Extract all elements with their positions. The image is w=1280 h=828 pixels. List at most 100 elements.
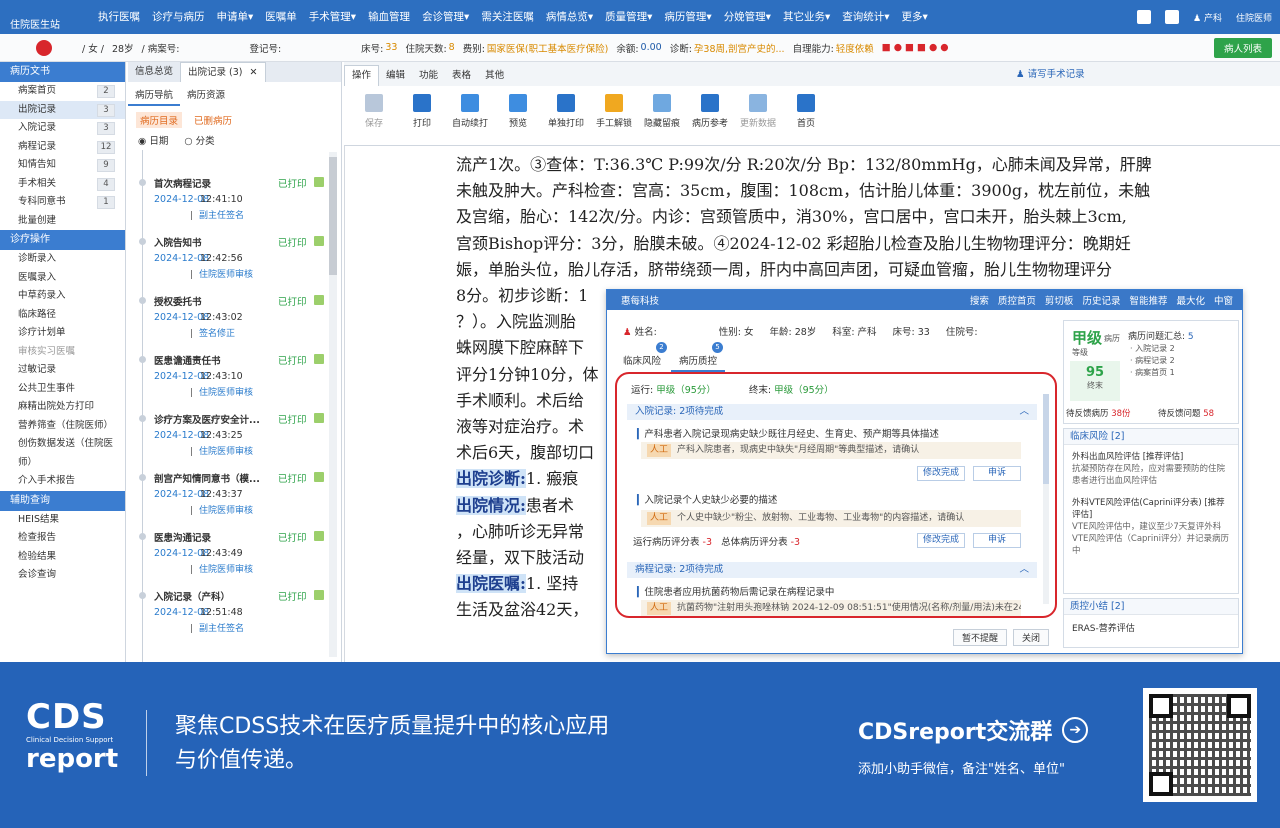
- no-remind-button[interactable]: 暂不提醒: [953, 629, 1008, 646]
- radio-category[interactable]: ○ 分类: [184, 133, 214, 147]
- toolbar-button[interactable]: 打印: [398, 86, 446, 145]
- user-role[interactable]: 住院医师: [1236, 11, 1272, 24]
- qc-action[interactable]: 搜索: [970, 293, 989, 307]
- qc-scrollbar[interactable]: [1043, 394, 1049, 604]
- mail-icon[interactable]: [1165, 10, 1180, 24]
- record-item[interactable]: 诊疗方案及医疗安全计... 已打印 2024-12-08 12:43:25 | 住院医师审…: [128, 404, 334, 463]
- sidebar-item[interactable]: HEIS结果: [0, 511, 125, 530]
- toolbar-button[interactable]: 单独打印: [542, 86, 590, 145]
- record-item[interactable]: 入院记录（产科） 已打印 2024-12-08 12:51:48 | 副主任签名: [128, 581, 334, 640]
- menu-item[interactable]: 输血管理: [362, 0, 416, 34]
- qc-action[interactable]: 剪切板: [1045, 293, 1074, 307]
- sidebar-item[interactable]: 专科同意书 1: [0, 193, 125, 212]
- tab-resource[interactable]: 病历资源: [180, 86, 232, 106]
- tab-discharge[interactable]: 出院记录 (3) ✕: [180, 62, 266, 82]
- grid-icon[interactable]: [1137, 10, 1152, 24]
- toolbar-button[interactable]: 首页: [782, 86, 830, 145]
- menu-item[interactable]: 其它业务▾: [777, 0, 836, 34]
- sidebar-item[interactable]: 诊断录入: [0, 250, 125, 269]
- sidebar-item[interactable]: 检验结果: [0, 548, 125, 567]
- sidebar-item[interactable]: 手术相关 4: [0, 175, 125, 194]
- record-item[interactable]: 入院告知书 已打印 2024-12-08 12:42:56 | 住院医师审核: [128, 227, 334, 286]
- toolbar-button[interactable]: 手工解锁: [590, 86, 638, 145]
- menu-item[interactable]: 医嘱单: [259, 0, 303, 34]
- appeal-button[interactable]: 申诉: [973, 466, 1021, 481]
- qc-section-progress[interactable]: 病程记录: 2项待完成 ︿: [627, 562, 1037, 578]
- chevron-up-icon[interactable]: ︿: [1019, 562, 1029, 578]
- sidebar-item[interactable]: 医嘱录入: [0, 269, 125, 288]
- sidebar-item[interactable]: 创伤数据发送（住院医: [0, 435, 125, 454]
- risk-item[interactable]: 外科出血风险评估 [推荐评估] 抗凝预防存在风险，应对需要预防的住院患者进行出血…: [1064, 445, 1238, 487]
- sidebar-item[interactable]: 中草药录入: [0, 287, 125, 306]
- summary-item[interactable]: · 入院记录 2: [1130, 343, 1175, 355]
- toolbar-button[interactable]: 隐藏留痕: [638, 86, 686, 145]
- diag-value[interactable]: 孕38周,剖宫产史的...: [694, 41, 785, 55]
- tab-editor[interactable]: 其他: [478, 66, 511, 86]
- sidebar-item[interactable]: 出院记录 3: [0, 100, 125, 119]
- qc-section-admission[interactable]: 入院记录: 2项待完成 ︿: [627, 404, 1037, 420]
- toolbar-button[interactable]: 预览: [494, 86, 542, 145]
- sidebar-item[interactable]: 公共卫生事件: [0, 380, 125, 399]
- chevron-up-icon[interactable]: ︿: [1019, 404, 1029, 420]
- toolbar-button[interactable]: 病历参考: [686, 86, 734, 145]
- sidebar-item[interactable]: 营养筛查（住院医师）: [0, 417, 125, 436]
- qc-action[interactable]: 质控首页: [998, 293, 1036, 307]
- patient-list-button[interactable]: 病人列表: [1214, 38, 1272, 58]
- sidebar-item[interactable]: 麻精出院处方打印: [0, 398, 125, 417]
- summary-item[interactable]: · 病程记录 2: [1130, 355, 1175, 367]
- sidebar-section-title[interactable]: 辅助查询: [0, 490, 125, 511]
- sidebar-item[interactable]: 入院记录 3: [0, 119, 125, 138]
- tab-deleted[interactable]: 已删病历: [190, 112, 236, 128]
- toolbar-button[interactable]: 更新数据: [734, 86, 782, 145]
- pending-records[interactable]: 待反馈病历 38份: [1066, 407, 1131, 419]
- tab-editor[interactable]: 功能: [412, 66, 445, 86]
- sidebar-item[interactable]: 临床路径: [0, 306, 125, 325]
- tab-editor[interactable]: 编辑: [379, 66, 412, 86]
- sidebar-item[interactable]: 师）: [0, 454, 125, 473]
- sidebar-item[interactable]: 诊疗计划单: [0, 324, 125, 343]
- menu-item[interactable]: 病历管理▾: [658, 0, 717, 34]
- tab-list[interactable]: 病历目录: [136, 112, 183, 128]
- tab-editor[interactable]: 操作: [344, 65, 380, 86]
- menu-item[interactable]: 查询统计▾: [836, 0, 895, 34]
- sidebar-item[interactable]: 知情告知 9: [0, 156, 125, 175]
- menu-item[interactable]: 病情总览▾: [540, 0, 599, 34]
- sidebar-item[interactable]: 会诊查询: [0, 566, 125, 585]
- sidebar-section-title[interactable]: 诊疗操作: [0, 230, 125, 250]
- summary-item[interactable]: · 病案首页 1: [1130, 367, 1175, 379]
- list-scrollbar[interactable]: [329, 152, 337, 657]
- sidebar-item[interactable]: 审核实习医嘱: [0, 343, 125, 362]
- tab-record-qc[interactable]: 病历质控 5: [671, 342, 726, 372]
- sidebar-item[interactable]: 介入手术报告: [0, 472, 125, 491]
- fix-done-button[interactable]: 修改完成: [917, 466, 965, 481]
- menu-item[interactable]: 更多▾: [896, 0, 934, 34]
- sidebar-section-title[interactable]: 病历文书: [0, 62, 125, 82]
- user-dept[interactable]: ♟ 产科: [1193, 11, 1222, 24]
- sidebar-item[interactable]: 过敏记录: [0, 361, 125, 380]
- record-item[interactable]: 首次病程记录 已打印 2024-12-08 12:41:10 | 副主任签名: [128, 168, 334, 227]
- toolbar-button[interactable]: 保存: [350, 86, 398, 145]
- menu-item[interactable]: 执行医嘱: [92, 0, 146, 34]
- menu-item[interactable]: 诊疗与病历: [146, 0, 211, 34]
- menu-item[interactable]: 分娩管理▾: [718, 0, 777, 34]
- appeal-button[interactable]: 申诉: [973, 533, 1021, 548]
- record-item[interactable]: 医患沟通记录 已打印 2024-12-08 12:43:49 | 住院医师审核: [128, 522, 334, 581]
- radio-date[interactable]: ◉ 日期: [138, 133, 168, 147]
- tab-clinical-risk[interactable]: 临床风险 2: [615, 342, 669, 372]
- menu-item[interactable]: 会诊管理▾: [416, 0, 475, 34]
- tab-overview[interactable]: 信息总览: [128, 62, 180, 82]
- tab-nav[interactable]: 病历导航: [128, 86, 181, 106]
- fix-done-button[interactable]: 修改完成: [917, 533, 965, 548]
- qc-action[interactable]: 历史记录: [1082, 293, 1120, 307]
- qc-action[interactable]: 中窗: [1214, 293, 1233, 307]
- menu-item[interactable]: 手术管理▾: [303, 0, 362, 34]
- close-button[interactable]: 关闭: [1013, 629, 1050, 646]
- record-item[interactable]: 剖宫产知情同意书（模... 已打印 2024-12-08 12:43:37 | 住院医师审…: [128, 463, 334, 522]
- sidebar-item[interactable]: 批量创建: [0, 212, 125, 231]
- menu-item[interactable]: 质量管理▾: [599, 0, 658, 34]
- menu-item[interactable]: 申请单▾: [211, 0, 260, 34]
- qc-action[interactable]: 最大化: [1176, 293, 1205, 307]
- toolbar-button[interactable]: 自动续打: [446, 86, 494, 145]
- tab-editor[interactable]: 表格: [445, 66, 478, 86]
- sidebar-item[interactable]: 病程记录 12: [0, 138, 125, 157]
